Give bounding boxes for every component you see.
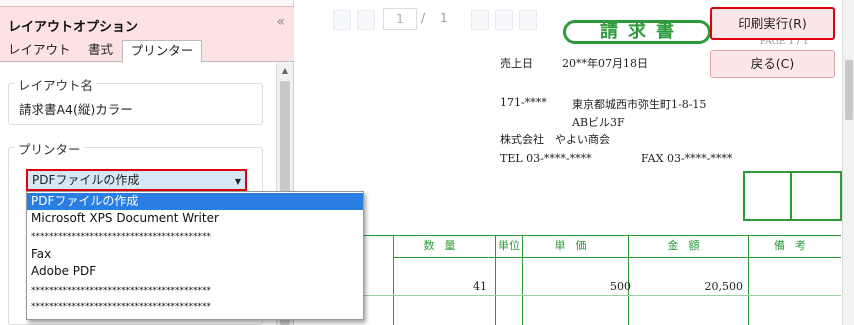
chevron-down-icon: ▼ [234,177,241,186]
prev-page-icon[interactable] [357,10,375,30]
double-chevron-left-icon[interactable]: « [276,14,285,30]
printer-select-value: PDFファイルの作成 [32,173,140,187]
stamp-box-divider [790,171,792,221]
address-line-1: 東京都城西市弥生町1-8-15 [572,98,707,111]
invoice-title: 請求書 [563,20,711,44]
page-total: 1 [440,11,448,25]
dropdown-option[interactable]: **************************************** [27,299,363,316]
fax-number: FAX 03-****-**** [641,152,733,165]
date-value: 20**年07月18日 [562,57,648,70]
address-line-2: ABビル3F [572,116,625,129]
dropdown-option[interactable]: **************************************** [27,229,363,246]
zoom-in-icon[interactable] [471,10,489,30]
printer-legend: プリンター [15,139,84,158]
printer-dropdown-list: PDFファイルの作成 Microsoft XPS Document Writer… [26,191,364,320]
preview-scrollbar[interactable] [842,0,854,325]
tab-layout[interactable]: レイアウト [4,40,75,62]
page-number-input[interactable]: 1 [383,8,417,30]
first-page-icon[interactable] [333,10,351,30]
row-amount: 20,500 [704,280,744,293]
row-quantity: 41 [473,280,487,293]
postal-code: 171-**** [500,96,547,109]
dropdown-option[interactable]: Adobe PDF [27,263,363,280]
layout-name-group: レイアウト名 請求書A4(縦)カラー [8,75,263,125]
layout-name-legend: レイアウト名 [15,75,97,94]
preview-scroll-thumb[interactable] [845,60,853,120]
page-separator: / [421,11,426,25]
printer-select[interactable]: PDFファイルの作成 ▼ [26,169,247,191]
dropdown-option[interactable]: Microsoft XPS Document Writer [27,210,363,227]
date-label: 売上日 [500,57,533,70]
dropdown-option[interactable]: PDFファイルの作成 [27,193,363,210]
dropdown-option[interactable]: Fax [27,246,363,263]
tab-format[interactable]: 書式 [84,40,117,62]
header-unit: 単位 [495,236,522,258]
invoice-table: 数量 単位 単価 金額 備考 41 500 20,500 [363,235,841,325]
header-note: 備考 [748,236,841,258]
table-line [522,258,523,325]
tel-number: TEL 03-****-**** [500,152,592,165]
table-line [393,258,394,325]
layout-name-value: 請求書A4(縦)カラー [19,102,133,117]
scroll-up-icon[interactable]: ▲ [277,63,293,79]
company-name: 株式会社 やよい商会 [500,133,610,146]
back-button[interactable]: 戻る(C) [710,50,835,78]
fit-page-icon[interactable] [519,10,537,30]
header-quantity: 数量 [393,236,495,258]
zoom-out-icon[interactable] [495,10,513,30]
row-unit-price: 500 [610,280,631,293]
table-line [363,295,841,296]
header-unit-price: 単価 [522,236,628,258]
header-amount: 金額 [628,236,748,258]
stamp-box [743,171,842,221]
panel-title: レイアウトオプション [8,20,139,35]
table-line [748,258,749,325]
table-line [495,258,496,325]
panel-header: レイアウトオプション « [0,6,294,37]
dropdown-option[interactable]: **************************************** [27,283,363,300]
tab-bar: レイアウト 書式 プリンター [0,37,294,63]
print-button[interactable]: 印刷実行(R) [710,7,835,40]
tab-printer[interactable]: プリンター [122,40,202,63]
